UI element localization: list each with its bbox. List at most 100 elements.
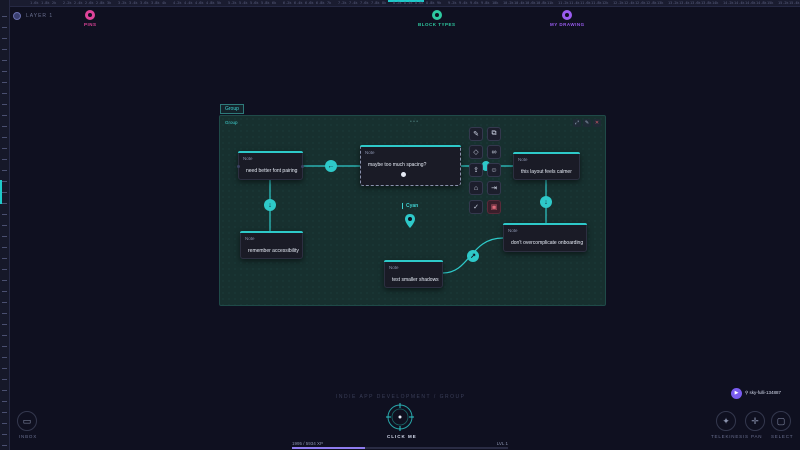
pencil-icon[interactable]: ✎ <box>469 127 483 141</box>
ruler-tick <box>2 38 7 39</box>
note-onboarding[interactable]: Note don't overcomplicate onboarding <box>503 223 587 252</box>
ruler-tick: 8.6k <box>415 1 424 5</box>
note-shadows[interactable]: Note test smaller shadows <box>384 260 443 288</box>
hand-cursor-icon <box>401 172 406 177</box>
ruler-tick <box>2 291 7 292</box>
ruler-tick: 14.6k <box>745 1 756 5</box>
note-text[interactable]: test smaller shadows <box>392 277 439 283</box>
copy-icon[interactable]: ⧉ <box>487 127 501 141</box>
ruler-tick: 10.4k <box>514 1 525 5</box>
ruler-tick <box>2 148 7 149</box>
ruler-tick: 5.4k <box>239 1 248 5</box>
select-button[interactable]: ▢ <box>771 411 791 431</box>
user-chip[interactable]: ▶ ⚲ sky-fulli-134887 <box>731 387 789 399</box>
xp-progress-bar <box>292 447 508 449</box>
note-header: Note <box>508 228 518 233</box>
ruler-tick <box>2 280 7 281</box>
lock-icon[interactable]: ⌂ <box>469 181 483 195</box>
ruler-tick <box>2 126 7 127</box>
brush-icon[interactable]: ✓ <box>469 200 483 214</box>
pin-pins[interactable]: PINS <box>84 10 97 27</box>
ruler-tick: 15k <box>767 1 774 5</box>
ruler-tick <box>2 71 7 72</box>
pin-label: MY DRAWING <box>550 22 585 27</box>
ruler-tick: 3k <box>107 1 112 5</box>
ruler-tick: 6.8k <box>316 1 325 5</box>
note-text[interactable]: need better font pairing <box>246 168 297 174</box>
ruler-tick: 4.8k <box>206 1 215 5</box>
ruler-tick: 15.4k <box>789 1 800 5</box>
ruler-tick: 13.4k <box>679 1 690 5</box>
ruler-tick <box>2 225 7 226</box>
link-icon[interactable]: ∞ <box>487 145 501 159</box>
ruler-tick <box>2 115 7 116</box>
ruler-tick <box>2 357 7 358</box>
chat-icon: ▭ <box>22 415 32 426</box>
connector-handle[interactable] <box>301 165 304 168</box>
pin-icon <box>562 10 573 20</box>
ruler-tick: 14.4k <box>734 1 745 5</box>
expand-icon[interactable]: ⤢ <box>573 119 581 127</box>
ruler-tick <box>2 27 7 28</box>
layer-label: LAYER 1 <box>26 13 54 19</box>
ruler-tick <box>2 390 7 391</box>
pin-my-drawing[interactable]: MY DRAWING <box>550 10 585 27</box>
ruler-tick <box>2 423 7 424</box>
inbox-button[interactable]: ▭ <box>17 411 37 431</box>
ruler-tick <box>2 170 7 171</box>
group-tab[interactable]: Group <box>220 104 244 114</box>
trash-icon[interactable]: ▣ <box>487 200 501 214</box>
cyan-pin-label: Cyan <box>402 203 418 209</box>
share-icon[interactable]: ⇪ <box>469 163 483 177</box>
connector-handle[interactable] <box>237 165 240 168</box>
play-icon[interactable]: ▶ <box>731 387 742 399</box>
arrow-up-right-icon[interactable]: ↗ <box>467 250 479 262</box>
arrow-down-icon[interactable]: ↓ <box>540 196 552 208</box>
sparkle-icon: ✦ <box>722 415 730 426</box>
users-icon[interactable]: ☺ <box>487 163 501 177</box>
exit-icon[interactable]: ⇥ <box>487 181 501 195</box>
ruler-tick: 1.6k <box>30 1 39 5</box>
ruler-tick: 2.8k <box>96 1 105 5</box>
ruler-tick: 7.4k <box>349 1 358 5</box>
note-spacing[interactable]: Note maybe too much spacing? <box>360 145 461 186</box>
pin-block-types[interactable]: BLOCK TYPES <box>418 10 456 27</box>
ruler-tick <box>2 82 7 83</box>
pan-button[interactable]: ✛ <box>745 411 765 431</box>
note-calmer[interactable]: Note this layout feels calmer <box>513 152 580 180</box>
ruler-tick: 15.2k <box>778 1 789 5</box>
note-accessibility[interactable]: Note remember accessibility <box>240 231 303 259</box>
ruler-tick <box>2 93 7 94</box>
note-text[interactable]: this layout feels calmer <box>521 169 572 175</box>
pencil-icon[interactable]: ✎ <box>583 119 591 127</box>
ruler-tick <box>2 159 7 160</box>
ruler-tick: 8.8k <box>426 1 435 5</box>
ruler-tick: 11k <box>547 1 554 5</box>
note-text[interactable]: remember accessibility <box>248 248 299 254</box>
arrow-down-icon[interactable]: ↓ <box>264 199 276 211</box>
ruler-tick: 14.2k <box>723 1 734 5</box>
arrow-left-icon[interactable]: ← <box>325 160 337 172</box>
ruler-tick: 3.8k <box>151 1 160 5</box>
ruler-tick: 9.8k <box>481 1 490 5</box>
click-me-button[interactable] <box>386 403 414 431</box>
workspace-title: INDIE APP DEVELOPMENT / GROUP <box>336 394 466 400</box>
layer-indicator[interactable]: LAYER 1 <box>13 12 53 20</box>
top-ruler: 1.6k 1.8k 2k 2.2k 2.4k 2.6k 2.8k 3k 3.2k 3.4k 3.6k… <box>10 0 800 7</box>
ruler-tick: 13.8k <box>701 1 712 5</box>
note-text[interactable]: don't overcomplicate onboarding <box>511 240 583 246</box>
trash-icon[interactable]: ✕ <box>593 119 601 127</box>
ruler-tick <box>2 445 7 446</box>
pin-icon <box>85 10 96 20</box>
note-font-pairing[interactable]: Note need better font pairing <box>237 151 304 180</box>
tag-icon[interactable]: ◇ <box>469 145 483 159</box>
group-drag-handle[interactable]: • • • <box>410 119 418 125</box>
ruler-tick: 3.4k <box>129 1 138 5</box>
ruler-tick <box>2 192 7 193</box>
ruler-tick: 9k <box>437 1 442 5</box>
ruler-tick <box>2 324 7 325</box>
location-pin-icon[interactable] <box>405 214 415 228</box>
ruler-tick: 12k <box>602 1 609 5</box>
note-text[interactable]: maybe too much spacing? <box>368 162 426 168</box>
telekinesis-button[interactable]: ✦ <box>716 411 736 431</box>
